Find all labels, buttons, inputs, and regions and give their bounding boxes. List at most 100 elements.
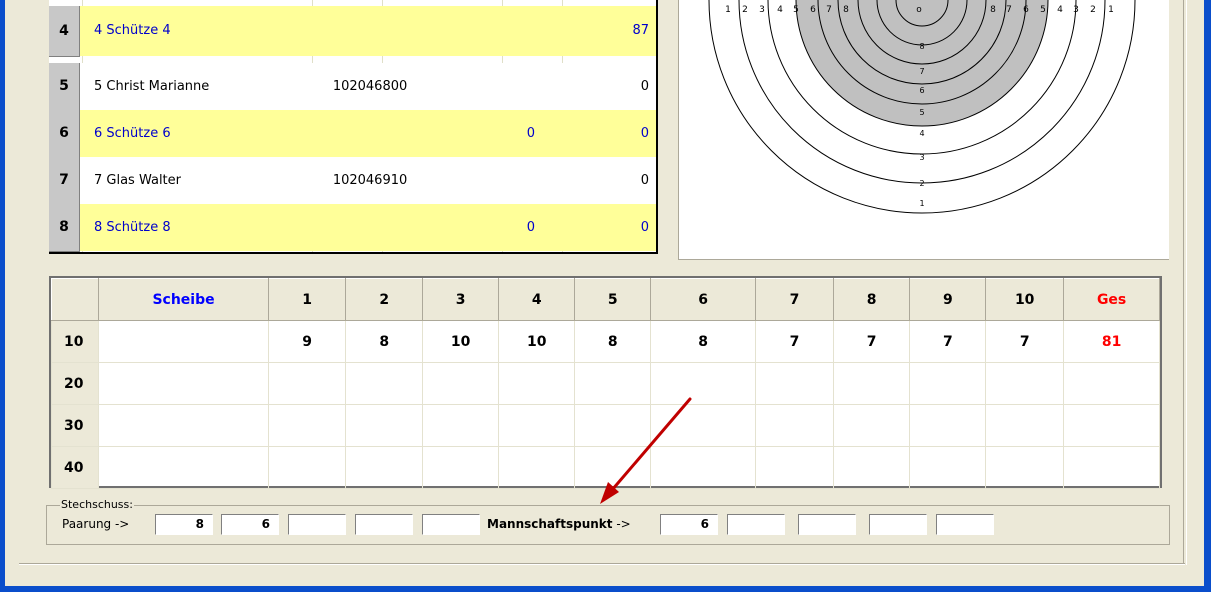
shot-cell[interactable] [909,404,987,447]
shot-cell[interactable] [574,446,652,489]
paarung-field[interactable]: 8 [155,514,213,535]
shot-cell[interactable] [422,362,500,405]
shot-cell[interactable]: 8 [650,320,757,363]
shot-cell[interactable]: 8 [574,320,652,363]
shot-header: 8 [832,278,911,321]
mannschaftspunkt-field[interactable] [869,514,927,535]
shot-cell[interactable]: 7 [832,320,911,363]
row-header: 5 [49,63,80,111]
shot-cell[interactable] [498,446,576,489]
ring-label: 6 [1023,5,1029,15]
shot-cell[interactable] [755,404,834,447]
mannschaftspunkt-field[interactable]: 6 [660,514,718,535]
shooting-target: 1 2 3 4 5 6 7 8 o 8 7 6 5 4 3 2 187654321 [708,0,1136,214]
shot-cell[interactable] [345,362,424,405]
shot-cell[interactable]: 10 [422,320,500,363]
ring-label: 1 [919,199,924,208]
scheibe-cell[interactable] [98,362,269,405]
shooter-grid[interactable]: 4 4 Schütze 4 87 5 5 Christ Marianne 10204680… [49,0,658,254]
paarung-field[interactable]: 6 [221,514,279,535]
shooter-row[interactable]: 88 Schütze 800 [49,204,656,252]
mannschaftspunkt-field[interactable] [936,514,994,535]
shot-cell[interactable] [267,404,347,447]
ges-cell [1063,362,1160,405]
shooter-total: 0 [640,220,649,235]
shot-cell[interactable]: 7 [985,320,1065,363]
shot-cell[interactable] [422,446,500,489]
paarung-label: Paarung -> [62,517,130,531]
paarung-field[interactable] [288,514,346,535]
shooter-row[interactable]: 4 4 Schütze 4 87 [49,6,656,57]
shot-cell[interactable] [574,362,652,405]
shot-cell[interactable] [985,362,1065,405]
ring-label: 7 [826,5,832,15]
shot-cell[interactable] [345,446,424,489]
shot-header: 10 [985,278,1065,321]
shot-header: 7 [755,278,834,321]
shot-cell[interactable] [574,404,652,447]
score-row[interactable]: 10 9 8 10 10 8 8 7 7 7 7 81 [50,320,1160,363]
panel-edge-right [1183,0,1187,565]
shot-header: 3 [422,278,500,321]
ring-label: 5 [1040,5,1046,15]
shot-cell[interactable] [650,446,757,489]
score-row-header: 40 [50,446,100,489]
shot-cell[interactable] [832,446,911,489]
shot-cell[interactable] [832,362,911,405]
mannschaftspunkt-field[interactable] [727,514,785,535]
shot-cell[interactable] [909,446,987,489]
shooter-row[interactable]: 66 Schütze 600 [49,110,656,158]
shooter-row[interactable]: 55 Christ Marianne 10204680 0 0 [49,63,656,111]
score-row[interactable]: 30 [50,404,1160,447]
shot-cell[interactable]: 9 [267,320,347,363]
row-header: 7 [49,157,80,205]
shot-cell[interactable] [909,362,987,405]
shot-cell[interactable] [650,362,757,405]
score-grid[interactable]: Scheibe 1 2 3 4 5 6 7 8 9 10 Ges 10 9 8 10 10 8 8 7 7 7 7 81 20 3… [49,276,1162,489]
ges-header: Ges [1063,278,1160,321]
ring-label: 7 [1006,5,1012,15]
shot-cell[interactable] [422,404,500,447]
shot-cell[interactable]: 10 [498,320,576,363]
shot-cell[interactable]: 7 [755,320,834,363]
shot-cell[interactable] [267,446,347,489]
stechschuss-legend: Stechschuss: [60,498,134,511]
ring-label: 7 [919,67,924,76]
ges-cell [1063,446,1160,489]
shot-cell[interactable]: 8 [345,320,424,363]
shot-header: 6 [650,278,757,321]
shot-cell[interactable] [832,404,911,447]
scheibe-cell[interactable] [98,320,269,363]
scheibe-cell[interactable] [98,446,269,489]
scheibe-cell[interactable] [98,404,269,447]
shot-cell[interactable] [985,404,1065,447]
shot-cell[interactable] [267,362,347,405]
mannschaftspunkt-field[interactable] [798,514,856,535]
paarung-field[interactable] [422,514,480,535]
score-row[interactable]: 40 [50,446,1160,489]
shooter-id: 10204680 [332,79,399,94]
shooter-name: 8 Schütze 8 [94,220,171,235]
shooter-row[interactable]: 77 Glas Walter 10204691 0 0 [49,157,656,205]
ges-cell [1063,404,1160,447]
shooter-total: 0 [640,173,649,188]
ring-label: 3 [1073,5,1079,15]
shot-cell[interactable] [498,404,576,447]
shot-cell[interactable] [498,362,576,405]
shot-cell[interactable] [345,404,424,447]
paarung-field[interactable] [355,514,413,535]
window-frame-left [0,0,5,592]
ring-label: 6 [919,86,924,95]
shooter-name: 7 Glas Walter [94,173,182,188]
shooter-name: 4 Schütze 4 [94,23,171,38]
shot-cell[interactable] [650,404,757,447]
score-row-header: 30 [50,404,100,447]
shot-cell[interactable] [755,446,834,489]
shot-cell[interactable] [985,446,1065,489]
shooter-total: 0 [640,126,649,141]
shot-cell[interactable]: 7 [909,320,987,363]
ring-label: 1 [725,5,731,15]
shot-cell[interactable] [755,362,834,405]
ring-label: 1 [1108,5,1114,15]
score-row[interactable]: 20 [50,362,1160,405]
